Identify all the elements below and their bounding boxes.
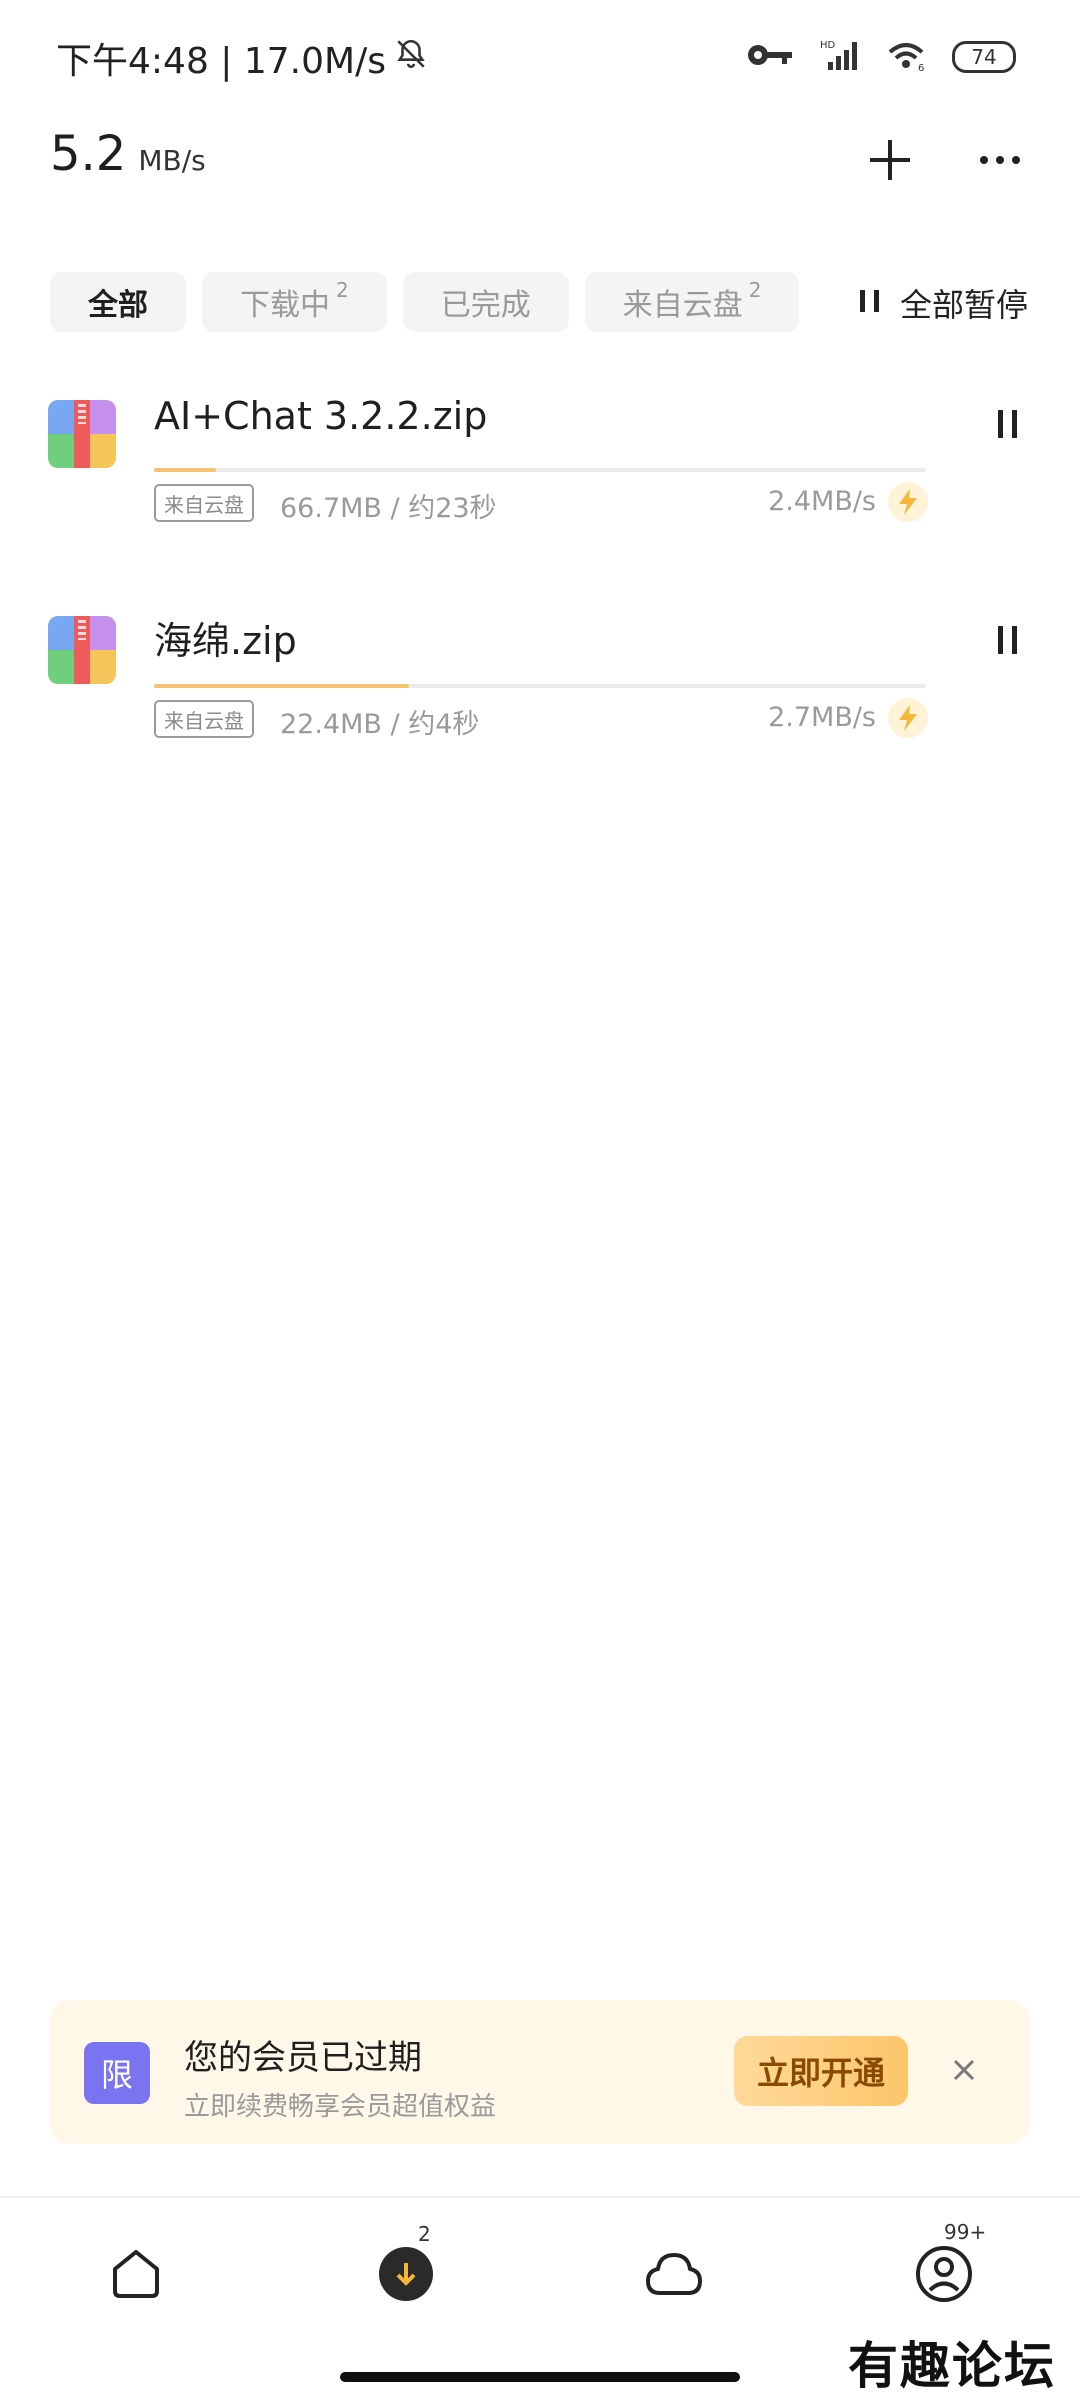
tab-from-cloud[interactable]: 来自云盘 2 [584, 272, 800, 332]
battery-icon: 74 [952, 41, 1016, 73]
zip-file-icon [48, 616, 116, 684]
speed-value: 5.2 [50, 126, 127, 182]
nav-cloud[interactable] [642, 2244, 706, 2308]
tab-label: 已完成 [440, 288, 531, 323]
lightning-icon [888, 698, 928, 738]
membership-banner[interactable]: 限 您的会员已过期 立即续费畅享会员超值权益 立即开通 [50, 2000, 1030, 2144]
signal-icon: HD [820, 38, 860, 76]
pause-all-button[interactable]: 全部暂停 [858, 280, 1028, 326]
nav-profile[interactable]: 99+ [912, 2220, 986, 2308]
status-left: 下午4:48 | 17.0M/s [56, 32, 428, 84]
home-indicator[interactable] [340, 2372, 740, 2382]
zip-file-icon [48, 400, 116, 468]
tab-count: 2 [748, 278, 762, 302]
list-item[interactable]: AI+Chat 3.2.2.zip 来自云盘 66.7MB / 约23秒 2.4… [0, 380, 1080, 580]
profile-icon [915, 2245, 973, 2307]
list-item[interactable]: 海绵.zip 来自云盘 22.4MB / 约4秒 2.7MB/s [0, 596, 1080, 796]
activate-now-button[interactable]: 立即开通 [734, 2036, 908, 2106]
tab-label: 来自云盘 [622, 288, 743, 323]
profile-badge: 99+ [944, 2220, 987, 2244]
pause-button[interactable] [986, 618, 1030, 662]
file-size-eta: 22.4MB / 约4秒 [280, 709, 480, 740]
wifi-icon: 6 [886, 38, 926, 76]
tab-count: 2 [336, 278, 349, 302]
tab-downloading[interactable]: 下载中 2 [202, 272, 387, 332]
limited-badge: 限 [84, 2042, 150, 2104]
download-icon [378, 2246, 434, 2306]
nav-home[interactable] [104, 2244, 168, 2308]
status-bar: 下午4:48 | 17.0M/s HD 6 74 [0, 0, 1080, 110]
download-rate: 2.7MB/s [768, 702, 876, 733]
file-size-eta: 66.7MB / 约23秒 [280, 493, 497, 524]
svg-text:6: 6 [918, 63, 924, 72]
progress-bar [154, 468, 926, 472]
key-icon [746, 41, 794, 73]
filter-tabs: 全部 下载中 2 已完成 来自云盘 2 [50, 272, 800, 332]
download-count-badge: 2 [418, 2222, 431, 2246]
pause-button[interactable] [986, 402, 1030, 446]
file-name: 海绵.zip [154, 619, 297, 663]
nav-divider [0, 2196, 1080, 2198]
progress-bar [154, 684, 926, 688]
tab-completed[interactable]: 已完成 [402, 272, 569, 332]
total-speed: 5.2 MB/s [50, 126, 206, 182]
close-icon[interactable] [946, 2052, 982, 2088]
source-badge: 来自云盘 [154, 700, 254, 738]
banner-subtitle: 立即续费畅享会员超值权益 [184, 2092, 497, 2122]
file-name: AI+Chat 3.2.2.zip [154, 394, 488, 438]
home-icon [109, 2247, 163, 2305]
tab-all[interactable]: 全部 [50, 272, 186, 332]
progress-fill [154, 684, 409, 688]
banner-title: 您的会员已过期 [184, 2038, 422, 2078]
progress-fill [154, 468, 216, 472]
status-time-speed: 下午4:48 | 17.0M/s [56, 41, 386, 82]
bell-off-icon [394, 37, 428, 80]
speed-unit: MB/s [138, 144, 206, 177]
nav-downloads[interactable]: 2 [374, 2222, 438, 2308]
cloud-icon [644, 2249, 704, 2303]
pause-all-label: 全部暂停 [899, 286, 1028, 324]
watermark: 有趣论坛 [848, 2336, 1056, 2395]
status-right: HD 6 74 [746, 38, 1016, 76]
download-rate: 2.4MB/s [768, 486, 876, 517]
source-badge: 来自云盘 [154, 484, 254, 522]
more-icon[interactable] [970, 130, 1030, 190]
tab-label: 全部 [88, 288, 148, 323]
add-icon[interactable] [860, 130, 920, 190]
svg-text:HD: HD [820, 40, 836, 51]
tab-label: 下载中 [240, 288, 330, 323]
pause-icon [858, 284, 882, 322]
lightning-icon [888, 482, 928, 522]
